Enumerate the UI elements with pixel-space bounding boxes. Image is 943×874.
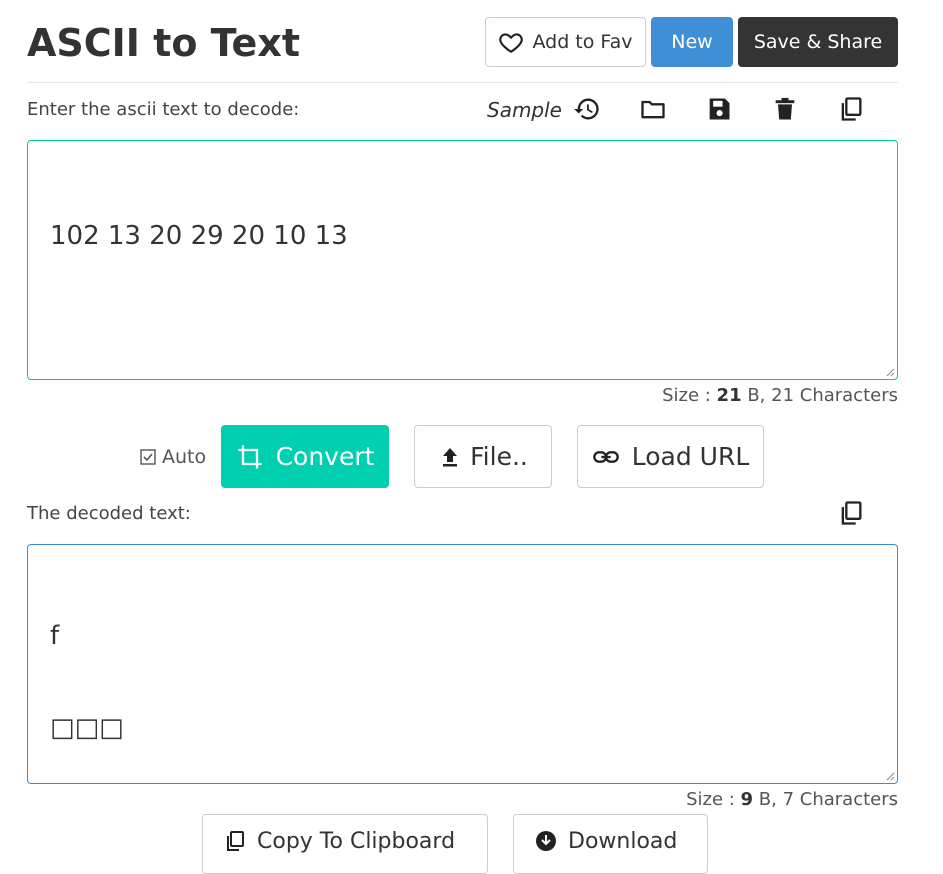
convert-button[interactable]: Convert [221,425,389,488]
resize-handle-icon[interactable] [885,367,895,377]
download-label: Download [568,829,678,854]
header-divider [27,82,898,83]
checkbox-icon [140,449,156,465]
sample-link[interactable]: Sample [487,98,562,122]
file-button[interactable]: File.. [414,425,552,488]
download-icon [536,831,556,851]
heart-icon [499,33,524,53]
decoded-line-1: f [50,621,60,651]
decoded-line-2: □□□ [50,713,124,743]
copy-output-icon[interactable] [835,497,867,529]
output-size-info: Size : 9 B, 7 Characters [686,789,898,810]
add-to-fav-label: Add to Fav [532,31,633,53]
save-icon[interactable] [703,93,735,125]
load-url-label: Load URL [631,442,750,471]
copy-to-clipboard-button[interactable]: Copy To Clipboard [202,814,488,874]
copy-icon[interactable] [835,93,867,125]
folder-icon[interactable] [637,93,669,125]
page-title: ASCII to Text [27,21,300,65]
decoded-output-textarea[interactable]: f □□□ [27,544,898,784]
input-label: Enter the ascii text to decode: [27,99,300,120]
convert-label: Convert [275,442,375,471]
ascii-input-textarea[interactable]: 102 13 20 29 20 10 13 [27,140,898,380]
crop-icon [237,444,262,469]
new-button[interactable]: New [651,17,733,67]
copy-to-clipboard-label: Copy To Clipboard [257,829,456,854]
input-size-info: Size : 21 B, 21 Characters [662,385,898,406]
load-url-button[interactable]: Load URL [577,425,764,488]
upload-icon [443,447,458,466]
auto-label: Auto [162,446,207,468]
auto-checkbox[interactable]: Auto [140,446,206,468]
file-label: File.. [470,442,528,471]
add-to-fav-button[interactable]: Add to Fav [485,17,646,67]
link-icon [592,450,619,463]
history-icon[interactable] [571,93,603,125]
save-share-button[interactable]: Save & Share [738,17,898,67]
download-button[interactable]: Download [513,814,708,874]
trash-icon[interactable] [769,93,801,125]
resize-handle-icon[interactable] [885,771,895,781]
output-label: The decoded text: [27,503,191,524]
ascii-input-value: 102 13 20 29 20 10 13 [50,221,348,251]
clipboard-icon [227,831,244,851]
